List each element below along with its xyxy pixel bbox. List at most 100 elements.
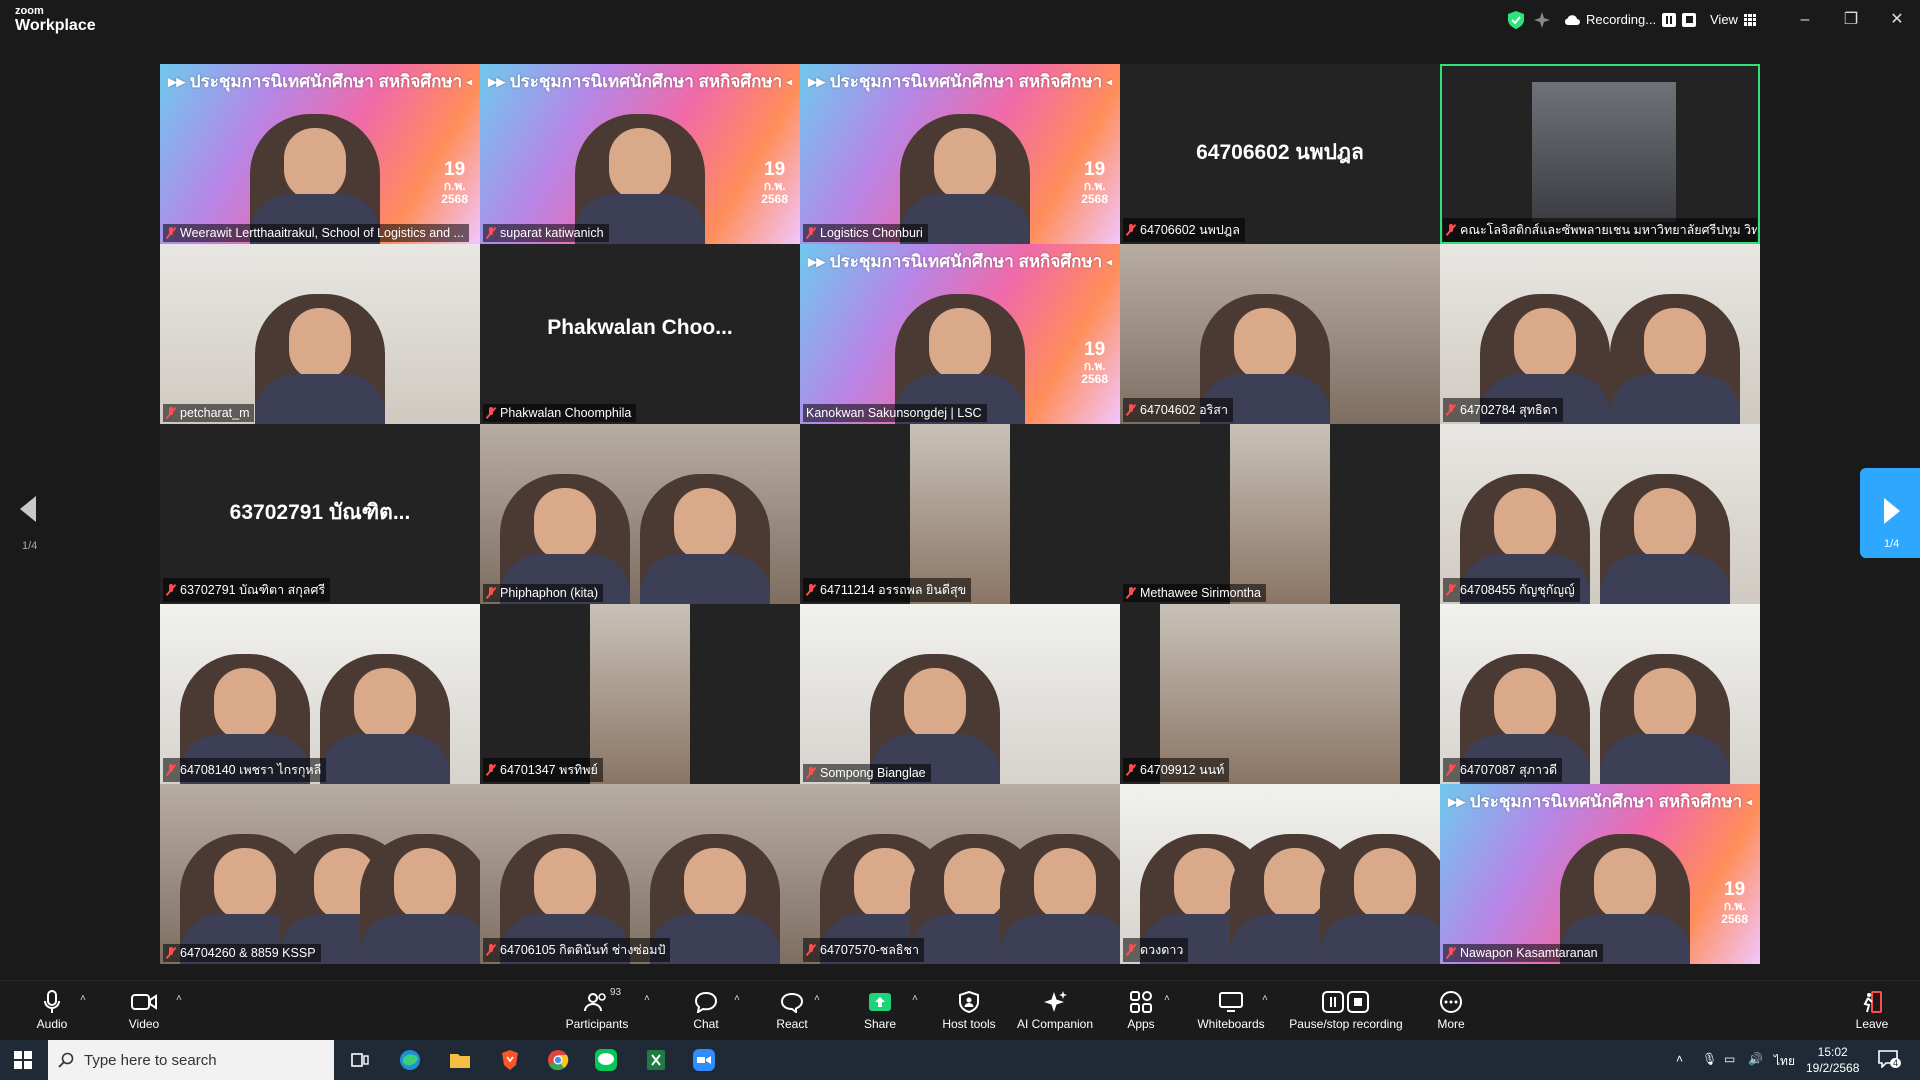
participant-tile[interactable]: Sompong Bianglae <box>800 604 1120 784</box>
stop-recording-icon[interactable] <box>1682 12 1697 27</box>
participant-tile[interactable]: ▸▸ ประชุมการนิเทศนักศึกษา สหกิจศึกษา ◂◂ 1… <box>1440 784 1760 964</box>
brave-browser-icon[interactable] <box>498 1048 522 1072</box>
participant-name: Kanokwan Sakunsongdej | LSC <box>806 406 982 420</box>
microphone-icon <box>44 990 60 1013</box>
file-explorer-icon[interactable] <box>448 1048 472 1072</box>
participant-name-label: 64707570-ชลธิชา <box>803 938 925 962</box>
page-indicator-right: 1/4 <box>1884 538 1900 550</box>
pause-stop-recording-button[interactable]: Pause/stop recording <box>1284 989 1408 1035</box>
group-photo <box>1532 82 1676 222</box>
participant-name-label: 64706105 กิตตินันท์ ช่างซ่อมปั <box>483 938 671 962</box>
participant-name: 64702784 สุทธิดา <box>1460 403 1558 417</box>
participant-tile[interactable]: petcharat_m <box>160 244 480 424</box>
banner-date-year: 2568 <box>441 191 468 206</box>
banner-title: ▸▸ ประชุมการนิเทศนักศึกษา สหกิจศึกษา ◂◂ <box>808 252 1112 271</box>
host-tools-button[interactable]: Host tools <box>938 989 1000 1035</box>
participant-tile[interactable]: Phiphaphon (kita) <box>480 424 800 604</box>
pause-recording-label: Pause/stop recording <box>1289 1017 1403 1031</box>
edge-browser-icon[interactable] <box>398 1048 422 1072</box>
previous-page-button[interactable] <box>14 496 44 546</box>
banner-date-day: 19 <box>444 159 466 180</box>
share-button[interactable]: Share <box>860 989 900 1035</box>
participant-tile[interactable]: 64707087 สุภาวดี <box>1440 604 1760 784</box>
participant-tile[interactable]: ▸▸ ประชุมการนิเทศนักศึกษา สหกิจศึกษา ◂◂ 1… <box>800 244 1120 424</box>
banner-date-day: 19 <box>1084 339 1106 360</box>
participant-display-name: 64706602 นพปฎล <box>1196 141 1364 164</box>
muted-mic-icon <box>1446 224 1456 236</box>
chat-caret-icon[interactable]: ˄ <box>734 993 740 1004</box>
excel-icon[interactable] <box>644 1048 668 1072</box>
participant-tile[interactable]: 64708140 เพชรา ไกรกุหลี <box>160 604 480 784</box>
pause-stop-icon <box>1322 991 1369 1013</box>
pause-recording-icon[interactable] <box>1662 12 1677 27</box>
participant-tile[interactable]: Methawee Sirimontha <box>1120 424 1440 604</box>
input-language[interactable]: ไทย <box>1774 1052 1795 1071</box>
participant-tile[interactable]: Phakwalan Choo... Phakwalan Choomphila <box>480 244 800 424</box>
participant-tile[interactable]: 64711214 อรรถพล ยินดีสุข <box>800 424 1120 604</box>
participant-tile[interactable]: คณะโลจิสติกส์และซัพพลายเชน มหาวิทยาลัยศร… <box>1440 64 1760 244</box>
line-app-icon[interactable] <box>594 1048 618 1072</box>
leave-button[interactable]: Leave <box>1852 989 1892 1035</box>
chrome-browser-icon[interactable] <box>546 1048 570 1072</box>
muted-mic-icon <box>166 584 176 596</box>
participant-tile[interactable]: 64701347 พรทิพย์ <box>480 604 800 784</box>
participant-tile[interactable]: 64708455 กัญชุกัญญ์ <box>1440 424 1760 604</box>
share-caret-icon[interactable]: ˄ <box>912 993 918 1004</box>
apps-caret-icon[interactable]: ˄ <box>1164 993 1170 1004</box>
participant-tile[interactable]: 63702791 บัณฑิต... 63702791 บัณฑิตา สกุลศ… <box>160 424 480 604</box>
chevron-left-icon <box>20 496 36 522</box>
participant-name: 64707570-ชลธิชา <box>820 943 920 957</box>
audio-button[interactable]: Audio <box>30 989 74 1035</box>
shield-check-icon[interactable] <box>1508 11 1524 29</box>
apps-button[interactable]: Apps <box>1124 989 1158 1035</box>
participant-tile[interactable]: 64709912 นนท์ <box>1120 604 1440 784</box>
whiteboards-caret-icon[interactable]: ˄ <box>1262 993 1268 1004</box>
search-placeholder: Type here to search <box>84 1051 217 1069</box>
participants-caret-icon[interactable]: ˄ <box>644 993 650 1004</box>
ai-companion-button[interactable]: AI Companion <box>1014 989 1096 1035</box>
tray-network-icon[interactable]: ▭ <box>1724 1052 1735 1066</box>
participant-tile[interactable]: 64702784 สุทธิดา <box>1440 244 1760 424</box>
participant-tile[interactable]: 64706105 กิตตินันท์ ช่างซ่อมปั <box>480 784 800 964</box>
video-caret-icon[interactable]: ˄ <box>176 993 182 1004</box>
participant-tile[interactable]: ดวงดาว <box>1120 784 1440 964</box>
participant-tile[interactable]: 64707570-ชลธิชา <box>800 784 1120 964</box>
muted-mic-icon <box>1446 764 1456 776</box>
participant-tile[interactable]: 64704260 & 8859 KSSP <box>160 784 480 964</box>
tray-chevron-up-icon[interactable]: ˄ <box>1676 1052 1683 1066</box>
video-button[interactable]: Video <box>122 989 166 1035</box>
minimize-icon[interactable]: – <box>1792 8 1818 32</box>
zoom-app-icon[interactable] <box>692 1048 716 1072</box>
react-caret-icon[interactable]: ˄ <box>814 993 820 1004</box>
page-indicator-left: 1/4 <box>22 540 38 552</box>
participants-button[interactable]: Participants 93 <box>562 987 632 1035</box>
task-view-icon[interactable] <box>348 1048 372 1072</box>
taskbar-clock[interactable]: 15:02 19/2/2568 <box>1806 1044 1859 1076</box>
close-icon[interactable]: ✕ <box>1884 8 1910 32</box>
notification-center[interactable]: 4 <box>1878 1050 1902 1071</box>
restore-icon[interactable]: ❐ <box>1838 8 1864 32</box>
whiteboards-button[interactable]: Whiteboards <box>1196 989 1266 1035</box>
windows-start-icon[interactable] <box>14 1051 32 1069</box>
tray-microphone-icon[interactable]: 🎙 <box>1702 1052 1717 1066</box>
participant-tile[interactable]: ▸▸ ประชุมการนิเทศนักศึกษา สหกิจศึกษา ◂◂ 1… <box>800 64 1120 244</box>
chat-button[interactable]: Chat <box>686 989 726 1035</box>
sparkle-icon[interactable] <box>1534 12 1550 28</box>
banner-date-month: ก.พ. <box>443 178 466 193</box>
participant-tile[interactable]: 64706602 นพปฎล 64706602 นพปฎล <box>1120 64 1440 244</box>
participant-tile[interactable]: ▸▸ ประชุมการนิเทศนักศึกษา สหกิจศึกษา ◂◂ 1… <box>480 64 800 244</box>
muted-mic-icon <box>486 407 496 419</box>
participant-tile[interactable]: 64704602 อริสา <box>1120 244 1440 424</box>
more-dots-icon <box>1440 991 1462 1013</box>
tray-volume-icon[interactable]: 🔊 <box>1748 1052 1763 1066</box>
participant-video <box>1320 834 1440 964</box>
next-page-button[interactable]: 1/4 <box>1860 468 1920 558</box>
banner-date-day: 19 <box>1724 879 1746 900</box>
view-button[interactable]: View <box>1710 12 1756 27</box>
more-button[interactable]: More <box>1432 989 1470 1035</box>
participant-tile[interactable]: ▸▸ ประชุมการนิเทศนักศึกษา สหกิจศึกษา ◂◂ 1… <box>160 64 480 244</box>
muted-mic-icon <box>1126 944 1136 956</box>
taskbar-search-box[interactable]: Type here to search <box>48 1040 334 1080</box>
react-button[interactable]: React <box>772 989 812 1035</box>
audio-caret-icon[interactable]: ˄ <box>80 993 86 1004</box>
